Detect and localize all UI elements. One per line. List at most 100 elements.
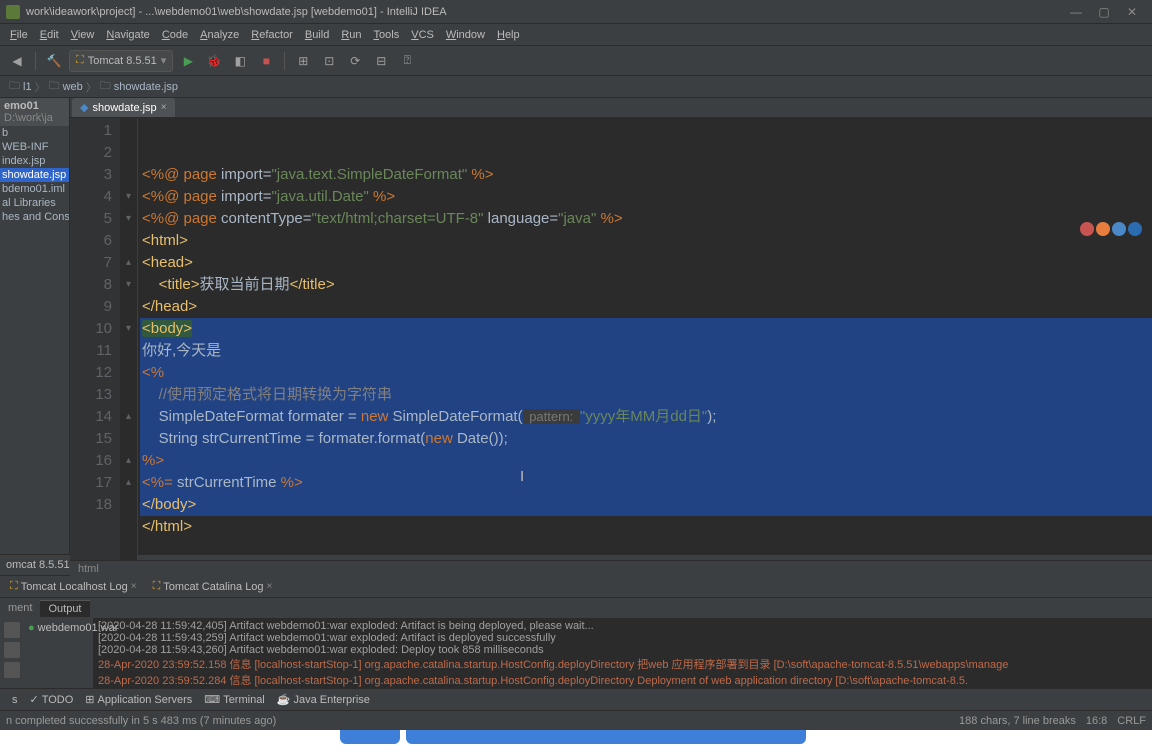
menu-run[interactable]: Run [335,29,367,41]
close-icon[interactable]: × [267,581,273,592]
code-editor[interactable]: 123456789101112131415161718 ▾▾▴▾▾▴▴▴ <%@… [70,118,1152,560]
menu-refactor[interactable]: Refactor [245,29,299,41]
toolwindow-btn-application-servers[interactable]: ⊞ Application Servers [79,693,198,706]
menu-view[interactable]: View [65,29,101,41]
minimize-button[interactable]: — [1062,5,1090,19]
deployment-tree: ● webdemo01:war [24,618,94,688]
run-inner-tab-1[interactable]: Output [40,600,89,617]
run-inner-tab-0[interactable]: ment [0,600,40,616]
ie-icon[interactable] [1112,222,1126,236]
code-line[interactable]: %> [140,450,1152,472]
main-toolbar: ◀ 🔨 ⛶ Tomcat 8.5.51 ▾ ▶ 🐞 ◧ ■ ⊞ ⊡ ⟳ ⊟ ⍰ [0,46,1152,76]
chrome-icon[interactable] [1080,222,1094,236]
code-line[interactable] [140,538,1152,560]
stop-button[interactable]: ■ [255,50,277,72]
code-line[interactable]: 你好,今天是 [140,340,1152,362]
code-line[interactable]: <html> [140,230,1152,252]
run-inner-tabs: ment Output [0,598,1152,618]
code-line[interactable]: <% [140,362,1152,384]
editor-tab-showdate[interactable]: ◆ showdate.jsp × [72,98,175,117]
menu-code[interactable]: Code [156,29,194,41]
tree-node[interactable]: al Libraries [0,196,69,210]
toolbar-icon-4[interactable]: ⊟ [370,50,392,72]
toolwindow-icon: ☕ [277,693,291,706]
close-icon[interactable]: × [131,581,137,592]
code-line[interactable]: SimpleDateFormat formater = new SimpleDa… [140,406,1152,428]
close-button[interactable]: ✕ [1118,5,1146,19]
tree-node[interactable]: WEB-INF [0,140,69,154]
code-content[interactable]: <%@ page import="java.text.SimpleDateFor… [138,118,1152,560]
menu-build[interactable]: Build [299,29,335,41]
folder-icon: 🗀 [49,77,60,96]
tree-node[interactable]: bdemo01.iml [0,182,69,196]
code-line[interactable]: <%@ page import="java.text.SimpleDateFor… [140,164,1152,186]
menu-navigate[interactable]: Navigate [100,29,155,41]
run-tool-1[interactable] [4,622,20,638]
folder-icon: 🗀 [100,77,111,96]
status-bar: n completed successfully in 5 s 483 ms (… [0,710,1152,730]
toolbar-icon-1[interactable]: ⊞ [292,50,314,72]
code-line[interactable]: <%@ page import="java.util.Date" %> [140,186,1152,208]
code-line[interactable]: //使用预定格式将日期转换为字符串 [140,384,1152,406]
folder-icon: 🗀 [9,77,20,96]
tab-label: showdate.jsp [92,102,156,114]
window-title: work\ideawork\project] - ...\webdemo01\w… [26,6,1062,18]
tree-node[interactable]: index.jsp [0,154,69,168]
code-line[interactable]: <%= strCurrentTime %> [140,472,1152,494]
toolwindow-btn-todo[interactable]: ✓ TODO [24,693,80,706]
menu-file[interactable]: File [4,29,34,41]
window-titlebar: work\ideawork\project] - ...\webdemo01\w… [0,0,1152,24]
maximize-button[interactable]: ▢ [1090,5,1118,19]
run-tool-3[interactable] [4,662,20,678]
code-line[interactable]: </body> [140,494,1152,516]
breadcrumb-item[interactable]: 🗀 web [46,77,86,96]
code-line[interactable]: <head> [140,252,1152,274]
run-log-tab[interactable]: ⛶Tomcat Localhost Log × [4,578,143,595]
menu-edit[interactable]: Edit [34,29,65,41]
tree-node[interactable]: showdate.jsp [0,168,69,182]
code-line[interactable]: <%@ page contentType="text/html;charset=… [140,208,1152,230]
toolwindow-btn-terminal[interactable]: ⌨ Terminal [198,693,270,706]
run-config-select[interactable]: ⛶ Tomcat 8.5.51 ▾ [69,50,173,72]
hammer-icon[interactable]: 🔨 [43,50,65,72]
edge-icon[interactable] [1128,222,1142,236]
project-root[interactable]: emo01 D:\work\ja [0,98,69,126]
console-output[interactable]: [2020-04-28 11:59:42,405] Artifact webde… [94,618,1152,688]
menu-tools[interactable]: Tools [368,29,406,41]
code-line[interactable]: <body> [140,318,1152,340]
menu-help[interactable]: Help [491,29,526,41]
toolbar-icon-2[interactable]: ⊡ [318,50,340,72]
firefox-icon[interactable] [1096,222,1110,236]
coverage-button[interactable]: ◧ [229,50,251,72]
toolbar-icon-3[interactable]: ⟳ [344,50,366,72]
ok-icon: ● [28,622,35,634]
toolwindow-btn-java-enterprise[interactable]: ☕ Java Enterprise [271,693,376,706]
run-tool-2[interactable] [4,642,20,658]
code-line[interactable]: <title>获取当前日期</title> [140,274,1152,296]
run-config-label: Tomcat 8.5.51 [88,55,157,67]
debug-button[interactable]: 🐞 [203,50,225,72]
code-line[interactable]: String strCurrentTime = formater.format(… [140,428,1152,450]
nav-breadcrumb: 🗀 l1 〉🗀 web 〉🗀 showdate.jsp [0,76,1152,98]
code-line[interactable]: </head> [140,296,1152,318]
menu-vcs[interactable]: VCS [405,29,440,41]
status-lineend: CRLF [1117,715,1146,727]
tree-node[interactable]: b [0,126,69,140]
tomcat-icon: ⛶ [76,54,84,67]
project-tree: emo01 D:\work\ja bWEB-INFindex.jspshowda… [0,98,70,554]
run-button[interactable]: ▶ [177,50,199,72]
tomcat-icon: ⛶ [10,580,18,593]
toolbar-icon-5[interactable]: ⍰ [396,50,418,72]
code-line[interactable]: </html> [140,516,1152,538]
menu-analyze[interactable]: Analyze [194,29,245,41]
close-icon[interactable]: × [161,102,167,113]
menu-window[interactable]: Window [440,29,491,41]
tree-node[interactable]: hes and Consoles [0,210,69,224]
app-icon [6,5,20,19]
toolwindow-btn-s[interactable]: s [6,694,24,706]
breadcrumb-item[interactable]: 🗀 l1 [6,77,35,96]
deployment-node[interactable]: ● webdemo01:war [24,618,93,638]
breadcrumb-item[interactable]: 🗀 showdate.jsp [97,77,181,96]
run-log-tab[interactable]: ⛶Tomcat Catalina Log × [147,578,279,595]
back-button[interactable]: ◀ [6,50,28,72]
